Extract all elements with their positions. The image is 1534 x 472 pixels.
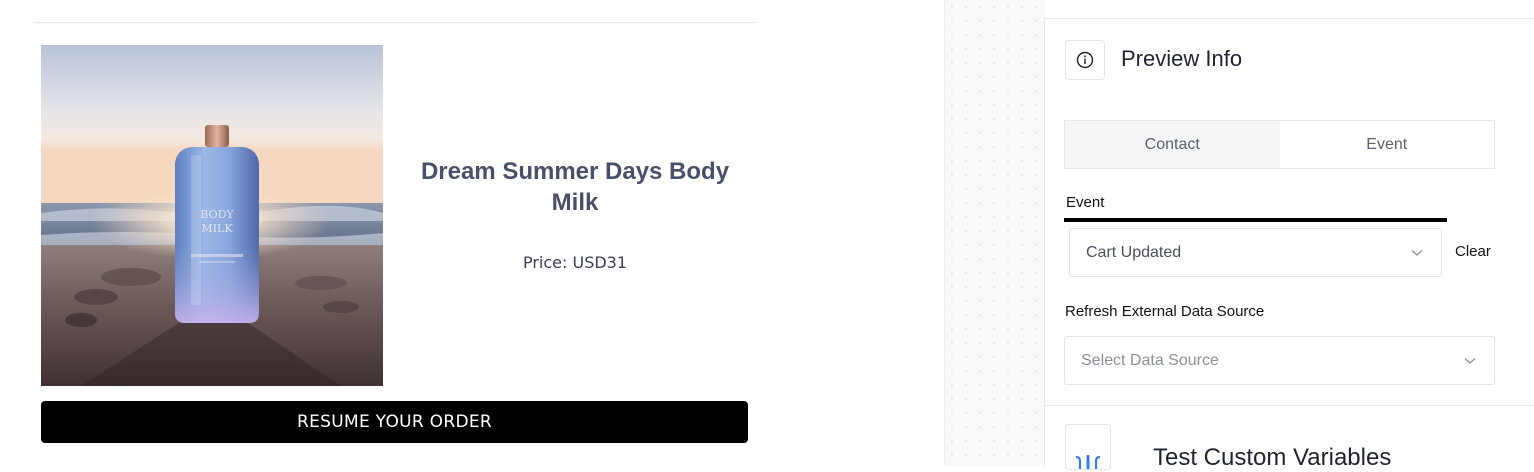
bottle-label-line2: MILK: [201, 222, 233, 235]
tab-contact[interactable]: Contact: [1065, 121, 1280, 168]
resume-order-button[interactable]: RESUME YOUR ORDER: [41, 401, 748, 443]
event-select-value: Cart Updated: [1086, 243, 1182, 261]
email-preview: BODY MILK Dream Summer Days Body Milk Pr…: [0, 0, 944, 466]
product-image: BODY MILK: [41, 45, 383, 386]
canvas-background: [944, 0, 1045, 466]
product-price: Price: USD31: [522, 253, 628, 272]
tab-event[interactable]: Event: [1280, 121, 1495, 168]
top-divider: [34, 22, 756, 23]
event-select[interactable]: Cart Updated: [1069, 228, 1442, 277]
test-custom-variables-title: Test Custom Variables: [1153, 444, 1392, 471]
product-title: Dream Summer Days Body Milk: [420, 158, 730, 216]
curly-braces-icon: [1065, 424, 1111, 470]
preview-info-panel: Preview Info Contact Event Event Cart Up…: [1044, 18, 1534, 471]
chevron-down-icon: [1411, 249, 1423, 256]
event-label: Event: [1066, 194, 1105, 211]
chevron-down-icon: [1464, 357, 1476, 364]
clear-button[interactable]: Clear: [1455, 243, 1491, 260]
panel-title: Preview Info: [1121, 46, 1243, 71]
section-divider: [1045, 405, 1534, 406]
data-source-select[interactable]: Select Data Source: [1064, 336, 1495, 385]
info-icon: [1065, 40, 1105, 80]
data-source-placeholder: Select Data Source: [1081, 351, 1219, 369]
preview-tabs: Contact Event: [1064, 120, 1495, 169]
bottle-label-line1: BODY: [200, 208, 234, 221]
refresh-data-source-label: Refresh External Data Source: [1065, 303, 1265, 320]
event-underline: [1064, 218, 1447, 222]
